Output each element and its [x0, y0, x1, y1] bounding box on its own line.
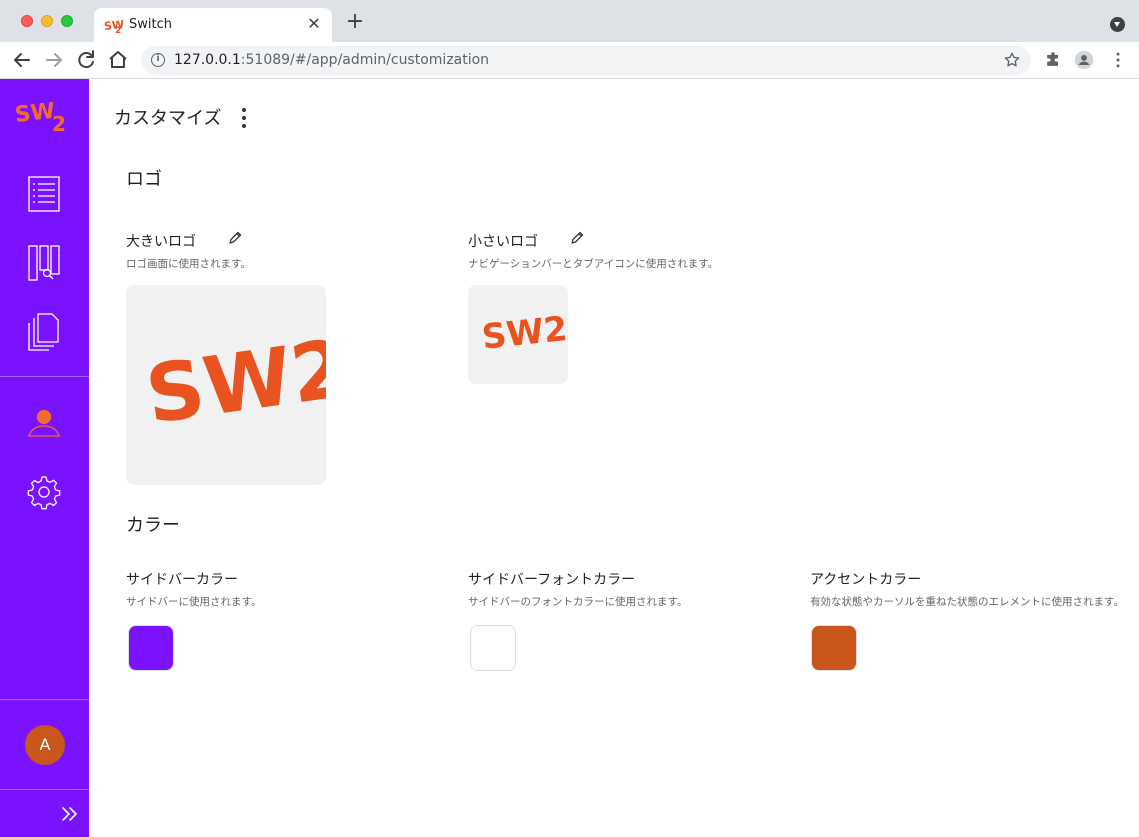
tab-search-icon[interactable]: [1110, 17, 1125, 32]
sidebar-font-color-description: サイドバーのフォントカラーに使用されます。: [468, 596, 688, 608]
maximize-window-button[interactable]: [61, 15, 73, 27]
accent-color-description: 有効な状態やカーソルを重ねた状態のエレメントに使用されます。: [810, 596, 1124, 608]
close-window-button[interactable]: [21, 15, 33, 27]
browser-tab-bar: SW 2 Switch ✕ +: [0, 0, 1139, 42]
browser-tab[interactable]: SW 2 Switch ✕: [94, 8, 332, 42]
browser-toolbar: i 127.0.0.1:51089/#/app/admin/customizat…: [0, 42, 1139, 79]
tab-close-icon[interactable]: ✕: [304, 14, 324, 34]
edit-large-logo-icon[interactable]: [227, 230, 243, 246]
sidebar-divider: [0, 789, 89, 790]
sidebar-color-label: サイドバーカラー: [126, 572, 238, 588]
back-icon[interactable]: [10, 48, 34, 72]
svg-text:2: 2: [115, 26, 121, 34]
avatar[interactable]: A: [25, 725, 65, 765]
edit-small-logo-icon[interactable]: [569, 230, 585, 246]
more-options-icon[interactable]: [234, 104, 254, 128]
profile-icon[interactable]: [1074, 50, 1094, 70]
small-logo-preview[interactable]: SW2: [468, 285, 569, 384]
list-icon[interactable]: [22, 172, 66, 216]
new-tab-button[interactable]: +: [344, 11, 366, 33]
large-logo-description: ロゴ画面に使用されます。: [126, 258, 251, 270]
large-logo-preview[interactable]: SW2: [126, 285, 353, 485]
extensions-icon[interactable]: [1043, 50, 1063, 70]
board-search-icon[interactable]: [22, 241, 66, 285]
svg-text:SW: SW: [14, 99, 56, 128]
small-logo-label: 小さいロゴ: [468, 234, 538, 250]
accent-color-label: アクセントカラー: [810, 572, 922, 588]
bookmark-star-icon[interactable]: [1003, 51, 1021, 69]
site-info-icon[interactable]: i: [151, 53, 165, 67]
small-logo-image: SW2: [480, 309, 569, 358]
forward-icon[interactable]: [42, 48, 66, 72]
page-title: カスタマイズ: [114, 108, 222, 129]
minimize-window-button[interactable]: [41, 15, 53, 27]
favicon-logo-icon: SW 2: [104, 18, 124, 34]
user-icon[interactable]: [22, 402, 66, 446]
large-logo-label: 大きいロゴ: [126, 234, 196, 250]
expand-sidebar-icon[interactable]: [58, 803, 82, 825]
documents-icon[interactable]: [22, 309, 66, 353]
sidebar-divider: [0, 376, 89, 377]
accent-color-swatch[interactable]: [811, 625, 857, 671]
sidebar-divider: [0, 699, 89, 700]
gear-icon[interactable]: [22, 470, 66, 514]
sidebar-color-description: サイドバーに使用されます。: [126, 596, 262, 608]
large-logo-image: SW2: [140, 322, 353, 442]
reload-icon[interactable]: [74, 48, 98, 72]
main-content: カスタマイズ ロゴ 大きいロゴ ロゴ画面に使用されます。 SW2 小さいロゴ ナ…: [90, 79, 1139, 837]
sidebar-font-color-swatch[interactable]: [470, 625, 516, 671]
large-logo-text: SW2: [140, 322, 326, 442]
small-logo-text: SW2: [480, 309, 568, 358]
address-bar[interactable]: i 127.0.0.1:51089/#/app/admin/customizat…: [141, 46, 1031, 75]
svg-text:2: 2: [52, 112, 66, 135]
browser-menu-icon[interactable]: [1108, 50, 1128, 70]
color-section-title: カラー: [126, 515, 180, 536]
small-logo-description: ナビゲーションバーとタブアイコンに使用されます。: [468, 258, 719, 270]
sidebar-font-color-label: サイドバーフォントカラー: [468, 572, 636, 588]
url-text: 127.0.0.1:51089/#/app/admin/customizatio…: [174, 52, 490, 68]
tab-title: Switch: [129, 17, 172, 32]
logo-section-title: ロゴ: [126, 169, 162, 190]
home-icon[interactable]: [106, 48, 130, 72]
sidebar-logo-icon[interactable]: SW 2: [14, 95, 74, 135]
app-sidebar: SW 2 A: [0, 79, 89, 837]
sidebar-color-swatch[interactable]: [128, 625, 174, 671]
